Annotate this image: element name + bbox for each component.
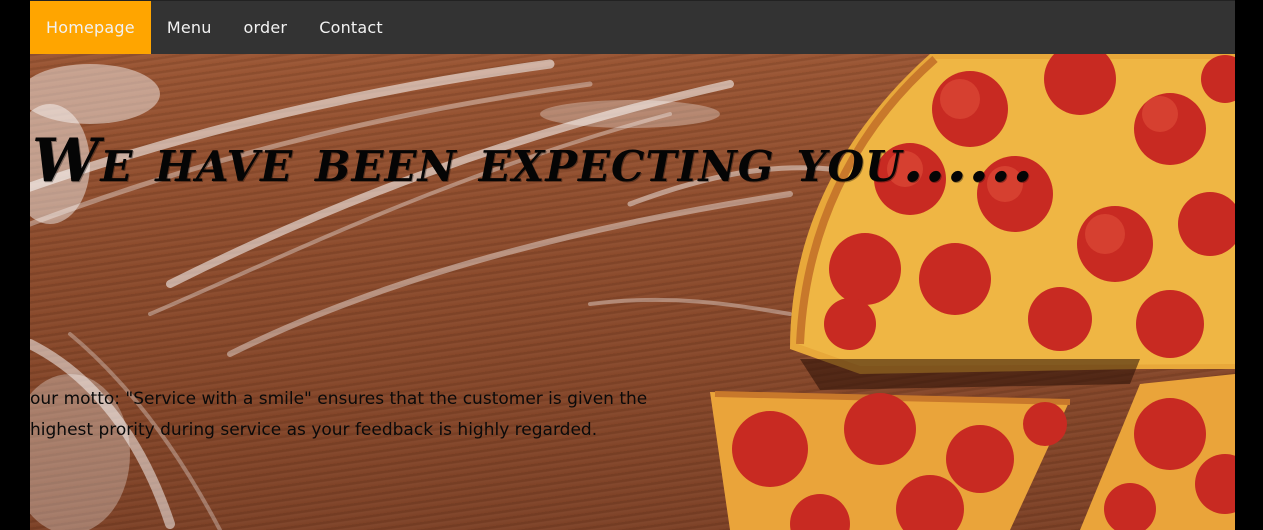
top-navigation-bar: Homepage Menu order Contact [30,0,1235,54]
pizza-slice-image [710,391,1071,530]
hero-section: We have been expecting you...... our mot… [30,54,1235,530]
hero-headline: We have been expecting you...... [32,126,1034,196]
nav-link-order[interactable]: order [228,1,304,54]
pizza-image [790,54,1235,374]
nav-link-menu[interactable]: Menu [151,1,228,54]
page: Homepage Menu order Contact We have been… [30,0,1235,530]
nav-link-contact[interactable]: Contact [303,1,399,54]
motto-text: our motto: "Service with a smile" ensure… [30,389,648,440]
nav-link-homepage[interactable]: Homepage [30,1,151,54]
